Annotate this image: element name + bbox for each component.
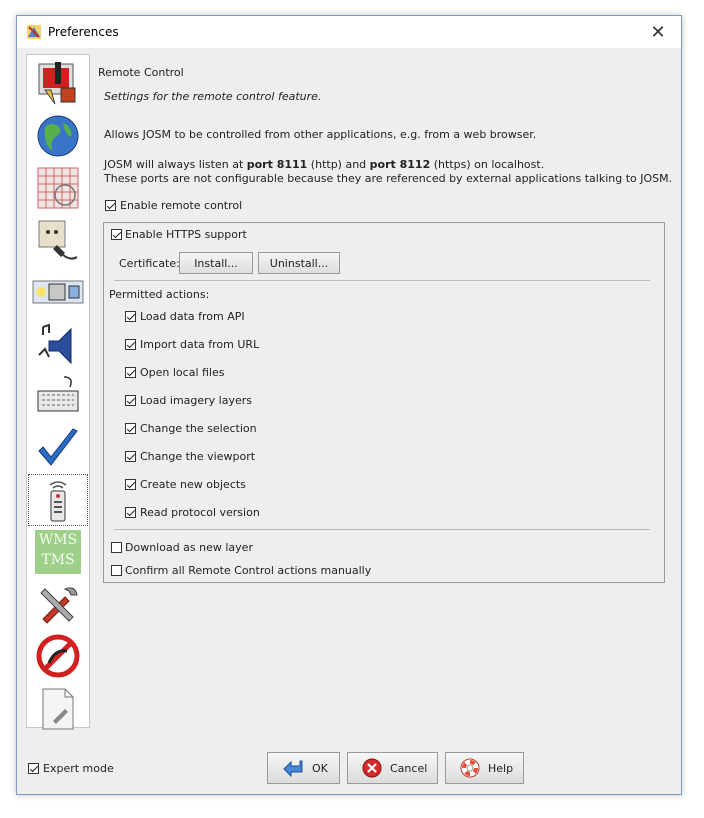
keyboard-shortcuts-icon xyxy=(37,376,79,412)
action-open-files-label[interactable]: Open local files xyxy=(140,366,225,379)
separator-top xyxy=(114,280,650,281)
confirm-actions-label[interactable]: Confirm all Remote Control actions manua… xyxy=(125,564,371,577)
download-new-layer-checkbox[interactable] xyxy=(111,542,122,553)
action-change-selection-checkbox[interactable] xyxy=(125,423,136,434)
cancel-icon xyxy=(362,758,382,778)
permitted-actions-label: Permitted actions: xyxy=(109,288,210,301)
plugin-plug-icon xyxy=(38,220,78,260)
sidebar-item-display[interactable] xyxy=(28,57,88,109)
sidebar-item-connection[interactable] xyxy=(28,110,88,162)
preferences-sidebar: WMS TMS xyxy=(26,54,90,730)
ports-text-c: (https) on localhost. xyxy=(430,158,545,171)
cancel-label: Cancel xyxy=(390,761,428,775)
sidebar-item-plugins[interactable] xyxy=(28,214,88,266)
enable-https-label[interactable]: Enable HTTPS support xyxy=(125,228,247,241)
action-change-viewport-checkbox[interactable] xyxy=(125,451,136,462)
audio-speaker-icon xyxy=(38,323,72,365)
download-new-layer-label[interactable]: Download as new layer xyxy=(125,541,253,554)
sidebar-item-preferences-doc[interactable] xyxy=(28,682,88,734)
action-create-objects-checkbox[interactable] xyxy=(125,479,136,490)
action-create-objects-label[interactable]: Create new objects xyxy=(140,478,246,491)
action-change-selection-label[interactable]: Change the selection xyxy=(140,422,257,435)
enable-remote-control-label[interactable]: Enable remote control xyxy=(120,199,242,212)
display-preferences-icon xyxy=(38,62,76,105)
port-https: port 8112 xyxy=(369,158,431,171)
close-icon: ✕ xyxy=(650,21,666,43)
tms-label: TMS xyxy=(41,552,75,568)
confirm-actions-checkbox[interactable] xyxy=(111,565,122,576)
panel-subtitle: Settings for the remote control feature. xyxy=(104,90,322,103)
action-open-files-checkbox[interactable] xyxy=(125,367,136,378)
ports-text-line2: These ports are not configurable because… xyxy=(104,172,673,185)
advanced-document-icon xyxy=(42,688,74,730)
sidebar-item-validator[interactable] xyxy=(28,422,88,474)
action-load-imagery-label[interactable]: Load imagery layers xyxy=(140,394,252,407)
ok-arrow-icon xyxy=(283,760,303,777)
ok-label: OK xyxy=(312,761,328,775)
action-import-data-checkbox[interactable] xyxy=(125,339,136,350)
action-read-version-label[interactable]: Read protocol version xyxy=(140,506,260,519)
ports-text-b: (http) and xyxy=(307,158,370,171)
sidebar-item-projection[interactable] xyxy=(28,162,88,214)
sidebar-item-remote-control[interactable] xyxy=(28,474,88,526)
no-entry-filter-icon xyxy=(36,634,80,678)
help-label: Help xyxy=(488,761,514,775)
sidebar-item-toolbar[interactable] xyxy=(28,266,88,318)
globe-connection-icon xyxy=(37,115,79,157)
expert-mode-checkbox[interactable] xyxy=(28,763,39,774)
validator-checkmark-icon xyxy=(38,428,78,466)
action-load-data-label[interactable]: Load data from API xyxy=(140,310,245,323)
separator-bottom xyxy=(114,529,650,530)
close-button[interactable]: ✕ xyxy=(635,16,681,48)
sidebar-item-imagery[interactable]: WMS TMS xyxy=(28,526,88,578)
intro-text: Allows JOSM to be controlled from other … xyxy=(104,128,537,141)
title-bar: Preferences ✕ xyxy=(17,16,681,48)
action-read-version-checkbox[interactable] xyxy=(125,507,136,518)
lifebuoy-help-icon xyxy=(460,758,480,778)
port-http: port 8111 xyxy=(246,158,308,171)
remote-control-icon xyxy=(49,481,67,522)
expert-mode-label[interactable]: Expert mode xyxy=(43,762,114,775)
advanced-tools-icon xyxy=(40,587,78,624)
preferences-dialog: Preferences ✕ WMS TMS Remote Control Set… xyxy=(16,15,682,795)
josm-app-icon xyxy=(26,24,42,40)
map-grid-projection-icon xyxy=(37,167,79,209)
remote-control-panel: Remote Control Settings for the remote c… xyxy=(93,54,673,734)
action-load-imagery-checkbox[interactable] xyxy=(125,395,136,406)
enable-remote-control-checkbox[interactable] xyxy=(105,200,116,211)
certificate-label: Certificate: xyxy=(119,257,180,270)
sidebar-item-shortcuts[interactable] xyxy=(28,370,88,422)
ports-text-a: JOSM will always listen at xyxy=(104,158,247,171)
action-load-data-checkbox[interactable] xyxy=(125,311,136,322)
remote-control-settings-group: Enable HTTPS support Certificate: Instal… xyxy=(103,222,665,583)
wms-label: WMS xyxy=(38,532,78,548)
sidebar-item-audio[interactable] xyxy=(28,318,88,370)
panel-title: Remote Control xyxy=(98,66,184,79)
action-import-data-label[interactable]: Import data from URL xyxy=(140,338,259,351)
ok-button[interactable]: OK xyxy=(267,752,340,784)
cancel-button[interactable]: Cancel xyxy=(347,752,438,784)
install-certificate-button[interactable]: Install... xyxy=(179,252,253,274)
sidebar-item-filter[interactable] xyxy=(28,630,88,682)
wms-tms-imagery-icon: WMS TMS xyxy=(35,530,81,574)
action-change-viewport-label[interactable]: Change the viewport xyxy=(140,450,255,463)
toolbar-buttons-icon xyxy=(32,280,84,304)
ports-text-line1: JOSM will always listen at port 8111 (ht… xyxy=(104,158,544,171)
sidebar-item-advanced[interactable] xyxy=(28,578,88,630)
uninstall-certificate-button[interactable]: Uninstall... xyxy=(258,252,340,274)
enable-https-checkbox[interactable] xyxy=(111,229,122,240)
help-button[interactable]: Help xyxy=(445,752,524,784)
window-title: Preferences xyxy=(48,25,119,39)
